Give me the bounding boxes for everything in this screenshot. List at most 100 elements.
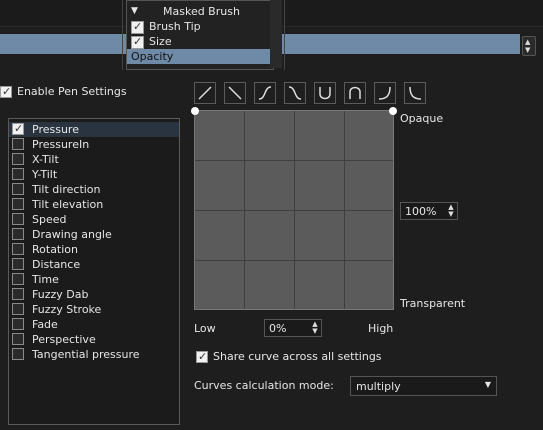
- checkbox-icon[interactable]: [12, 153, 24, 165]
- down-arrow-icon[interactable]: ▼: [310, 328, 320, 335]
- sensor-item[interactable]: Tangential pressure: [9, 347, 179, 362]
- sensor-label: Perspective: [32, 333, 96, 346]
- checkbox-icon[interactable]: [12, 168, 24, 180]
- curve-preset-reverse-s-curve[interactable]: [284, 82, 306, 104]
- curves-calc-label: Curves calculation mode:: [194, 379, 334, 392]
- checkbox-icon[interactable]: [12, 333, 24, 345]
- curve-preset-reverse-linear[interactable]: [224, 82, 246, 104]
- checkbox-icon[interactable]: [12, 198, 24, 210]
- share-curve-label: Share curve across all settings: [213, 350, 382, 363]
- curve-editor[interactable]: [191, 107, 397, 310]
- min-value[interactable]: 0%: [269, 322, 286, 335]
- sensor-item[interactable]: Speed: [9, 212, 179, 227]
- enable-pen-settings-checkbox[interactable]: [0, 85, 14, 100]
- checkbox-icon[interactable]: [12, 213, 24, 225]
- curve-top-label: Opaque: [400, 112, 444, 125]
- spin-buttons[interactable]: ▲ ▼: [446, 204, 456, 218]
- popup-item-opacity[interactable]: Opacity: [127, 49, 273, 64]
- curve-low-label: Low: [194, 322, 216, 335]
- curve-preset-s-curve[interactable]: [254, 82, 276, 104]
- checkbox-icon[interactable]: [12, 122, 24, 135]
- linear-icon: [198, 86, 212, 100]
- divider: [284, 0, 285, 70]
- popup-item-size[interactable]: Size: [127, 34, 273, 49]
- popup-item-label: Size: [149, 35, 172, 48]
- checkbox-icon[interactable]: [12, 318, 24, 330]
- sensor-list: Pressure PressureIn X-Tilt Y-Tilt Tilt direc…: [8, 118, 180, 425]
- share-curve-checkbox[interactable]: [196, 350, 210, 365]
- sensor-item[interactable]: Rotation: [9, 242, 179, 257]
- checkbox-icon[interactable]: [12, 303, 24, 315]
- sensor-item[interactable]: Fuzzy Stroke: [9, 302, 179, 317]
- curve-point-handle[interactable]: [389, 107, 397, 115]
- reverse-j-curve-icon: [409, 86, 422, 100]
- down-arrow-icon[interactable]: ▼: [446, 211, 456, 218]
- popup-item-brush-tip[interactable]: Brush Tip: [127, 19, 273, 34]
- sensor-item[interactable]: Tilt direction: [9, 182, 179, 197]
- checkbox-icon[interactable]: [12, 138, 24, 150]
- sensor-label: Pressure: [32, 123, 79, 136]
- curve-preset-arch-curve[interactable]: [344, 82, 366, 104]
- checkbox-icon[interactable]: [196, 350, 208, 363]
- sensor-label: Tilt direction: [32, 183, 101, 196]
- sensor-item[interactable]: Time: [9, 272, 179, 287]
- sensor-item[interactable]: X-Tilt: [9, 152, 179, 167]
- curve-preset-linear[interactable]: [194, 82, 216, 104]
- u-curve-icon: [319, 87, 331, 100]
- popup-header[interactable]: ▼ Masked Brush: [127, 4, 273, 19]
- curve-point-handle[interactable]: [191, 107, 199, 115]
- option-spin-buttons[interactable]: ▲ ▼: [522, 36, 536, 56]
- max-value-spinbox[interactable]: 100% ▲ ▼: [400, 202, 458, 220]
- grid-line: [195, 210, 393, 211]
- sensor-label: Y-Tilt: [32, 168, 58, 181]
- grid-line: [195, 260, 393, 261]
- curve-preset-j-curve[interactable]: [374, 82, 396, 104]
- popup-title: Masked Brush: [163, 5, 240, 18]
- sensor-item[interactable]: Tilt elevation: [9, 197, 179, 212]
- sensor-label: Rotation: [32, 243, 79, 256]
- triangle-down-icon: ▼: [131, 6, 138, 16]
- down-arrow-icon[interactable]: ▼: [525, 46, 530, 54]
- checkbox-icon[interactable]: [12, 258, 24, 270]
- popup-item-label: Brush Tip: [149, 20, 201, 33]
- curves-calc-value: multiply: [356, 380, 401, 393]
- checkbox-icon[interactable]: [131, 19, 144, 34]
- sensor-label: X-Tilt: [32, 153, 59, 166]
- sensor-item[interactable]: PressureIn: [9, 137, 179, 152]
- arch-curve-icon: [349, 86, 361, 99]
- min-value-spinbox[interactable]: 0% ▲ ▼: [264, 319, 322, 337]
- sensor-item[interactable]: Perspective: [9, 332, 179, 347]
- s-curve-icon: [258, 86, 272, 100]
- max-value[interactable]: 100%: [405, 205, 436, 218]
- sensor-item[interactable]: Distance: [9, 257, 179, 272]
- sensor-item[interactable]: Fade: [9, 317, 179, 332]
- checkbox-icon[interactable]: [12, 288, 24, 300]
- sensor-item[interactable]: Pressure: [9, 122, 179, 137]
- popup-item-label: Opacity: [131, 50, 174, 63]
- checkbox-icon[interactable]: [131, 34, 144, 49]
- checkbox-icon[interactable]: [12, 183, 24, 195]
- sensor-item[interactable]: Fuzzy Dab: [9, 287, 179, 302]
- sensor-label: Tilt elevation: [32, 198, 104, 211]
- checkbox-icon[interactable]: [12, 273, 24, 285]
- checkbox-icon[interactable]: [12, 348, 24, 360]
- chevron-down-icon: ▼: [484, 380, 491, 389]
- grid-line: [195, 160, 393, 161]
- curve-preset-reverse-j-curve[interactable]: [404, 82, 426, 104]
- sensor-item[interactable]: Y-Tilt: [9, 167, 179, 182]
- up-arrow-icon[interactable]: ▲: [525, 38, 530, 46]
- checkbox-icon[interactable]: [0, 85, 12, 98]
- checkbox-icon[interactable]: [12, 228, 24, 240]
- sensor-item[interactable]: Drawing angle: [9, 227, 179, 242]
- curve-bottom-label: Transparent: [400, 297, 466, 310]
- option-field-right[interactable]: [302, 34, 520, 54]
- j-curve-icon: [378, 86, 391, 100]
- sensor-label: PressureIn: [32, 138, 90, 151]
- reverse-s-curve-icon: [288, 86, 302, 100]
- checkbox-icon[interactable]: [12, 243, 24, 255]
- popup-scrollbar[interactable]: [270, 0, 282, 68]
- spin-buttons[interactable]: ▲ ▼: [310, 321, 320, 335]
- enable-pen-settings-label: Enable Pen Settings: [17, 85, 127, 98]
- curve-preset-u-curve[interactable]: [314, 82, 336, 104]
- curves-calc-combobox[interactable]: multiply ▼: [350, 376, 497, 396]
